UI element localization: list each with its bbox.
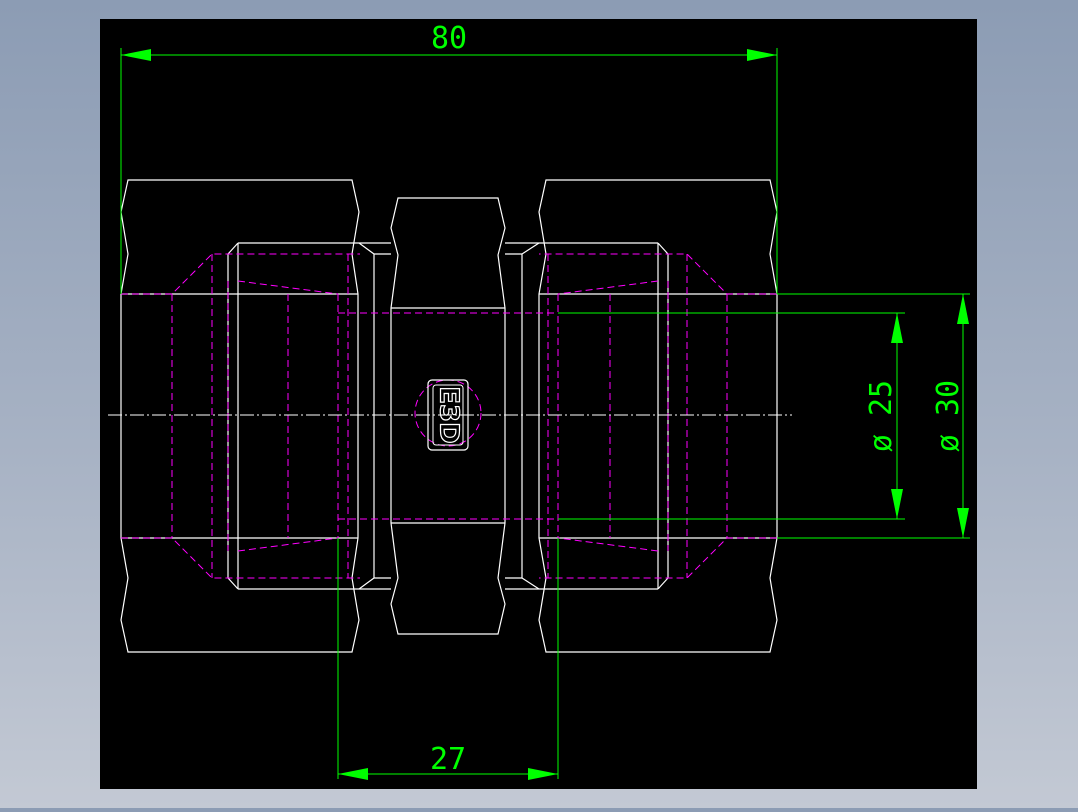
dimension-overall-length-label: 80 (431, 21, 467, 56)
dimension-diameter-outer-label: ø 30 (931, 380, 966, 452)
brand-logo: E3D (427, 379, 469, 451)
dimension-inner-length-label: 27 (430, 742, 466, 777)
cad-drawing: E3D 80 27 ø 25 ø 30 (100, 19, 977, 789)
logo-text: E3D (434, 386, 464, 443)
dimension-diameter-inner-label: ø 25 (864, 380, 899, 452)
cad-viewport[interactable]: E3D 80 27 ø 25 ø 30 (0, 0, 1078, 808)
